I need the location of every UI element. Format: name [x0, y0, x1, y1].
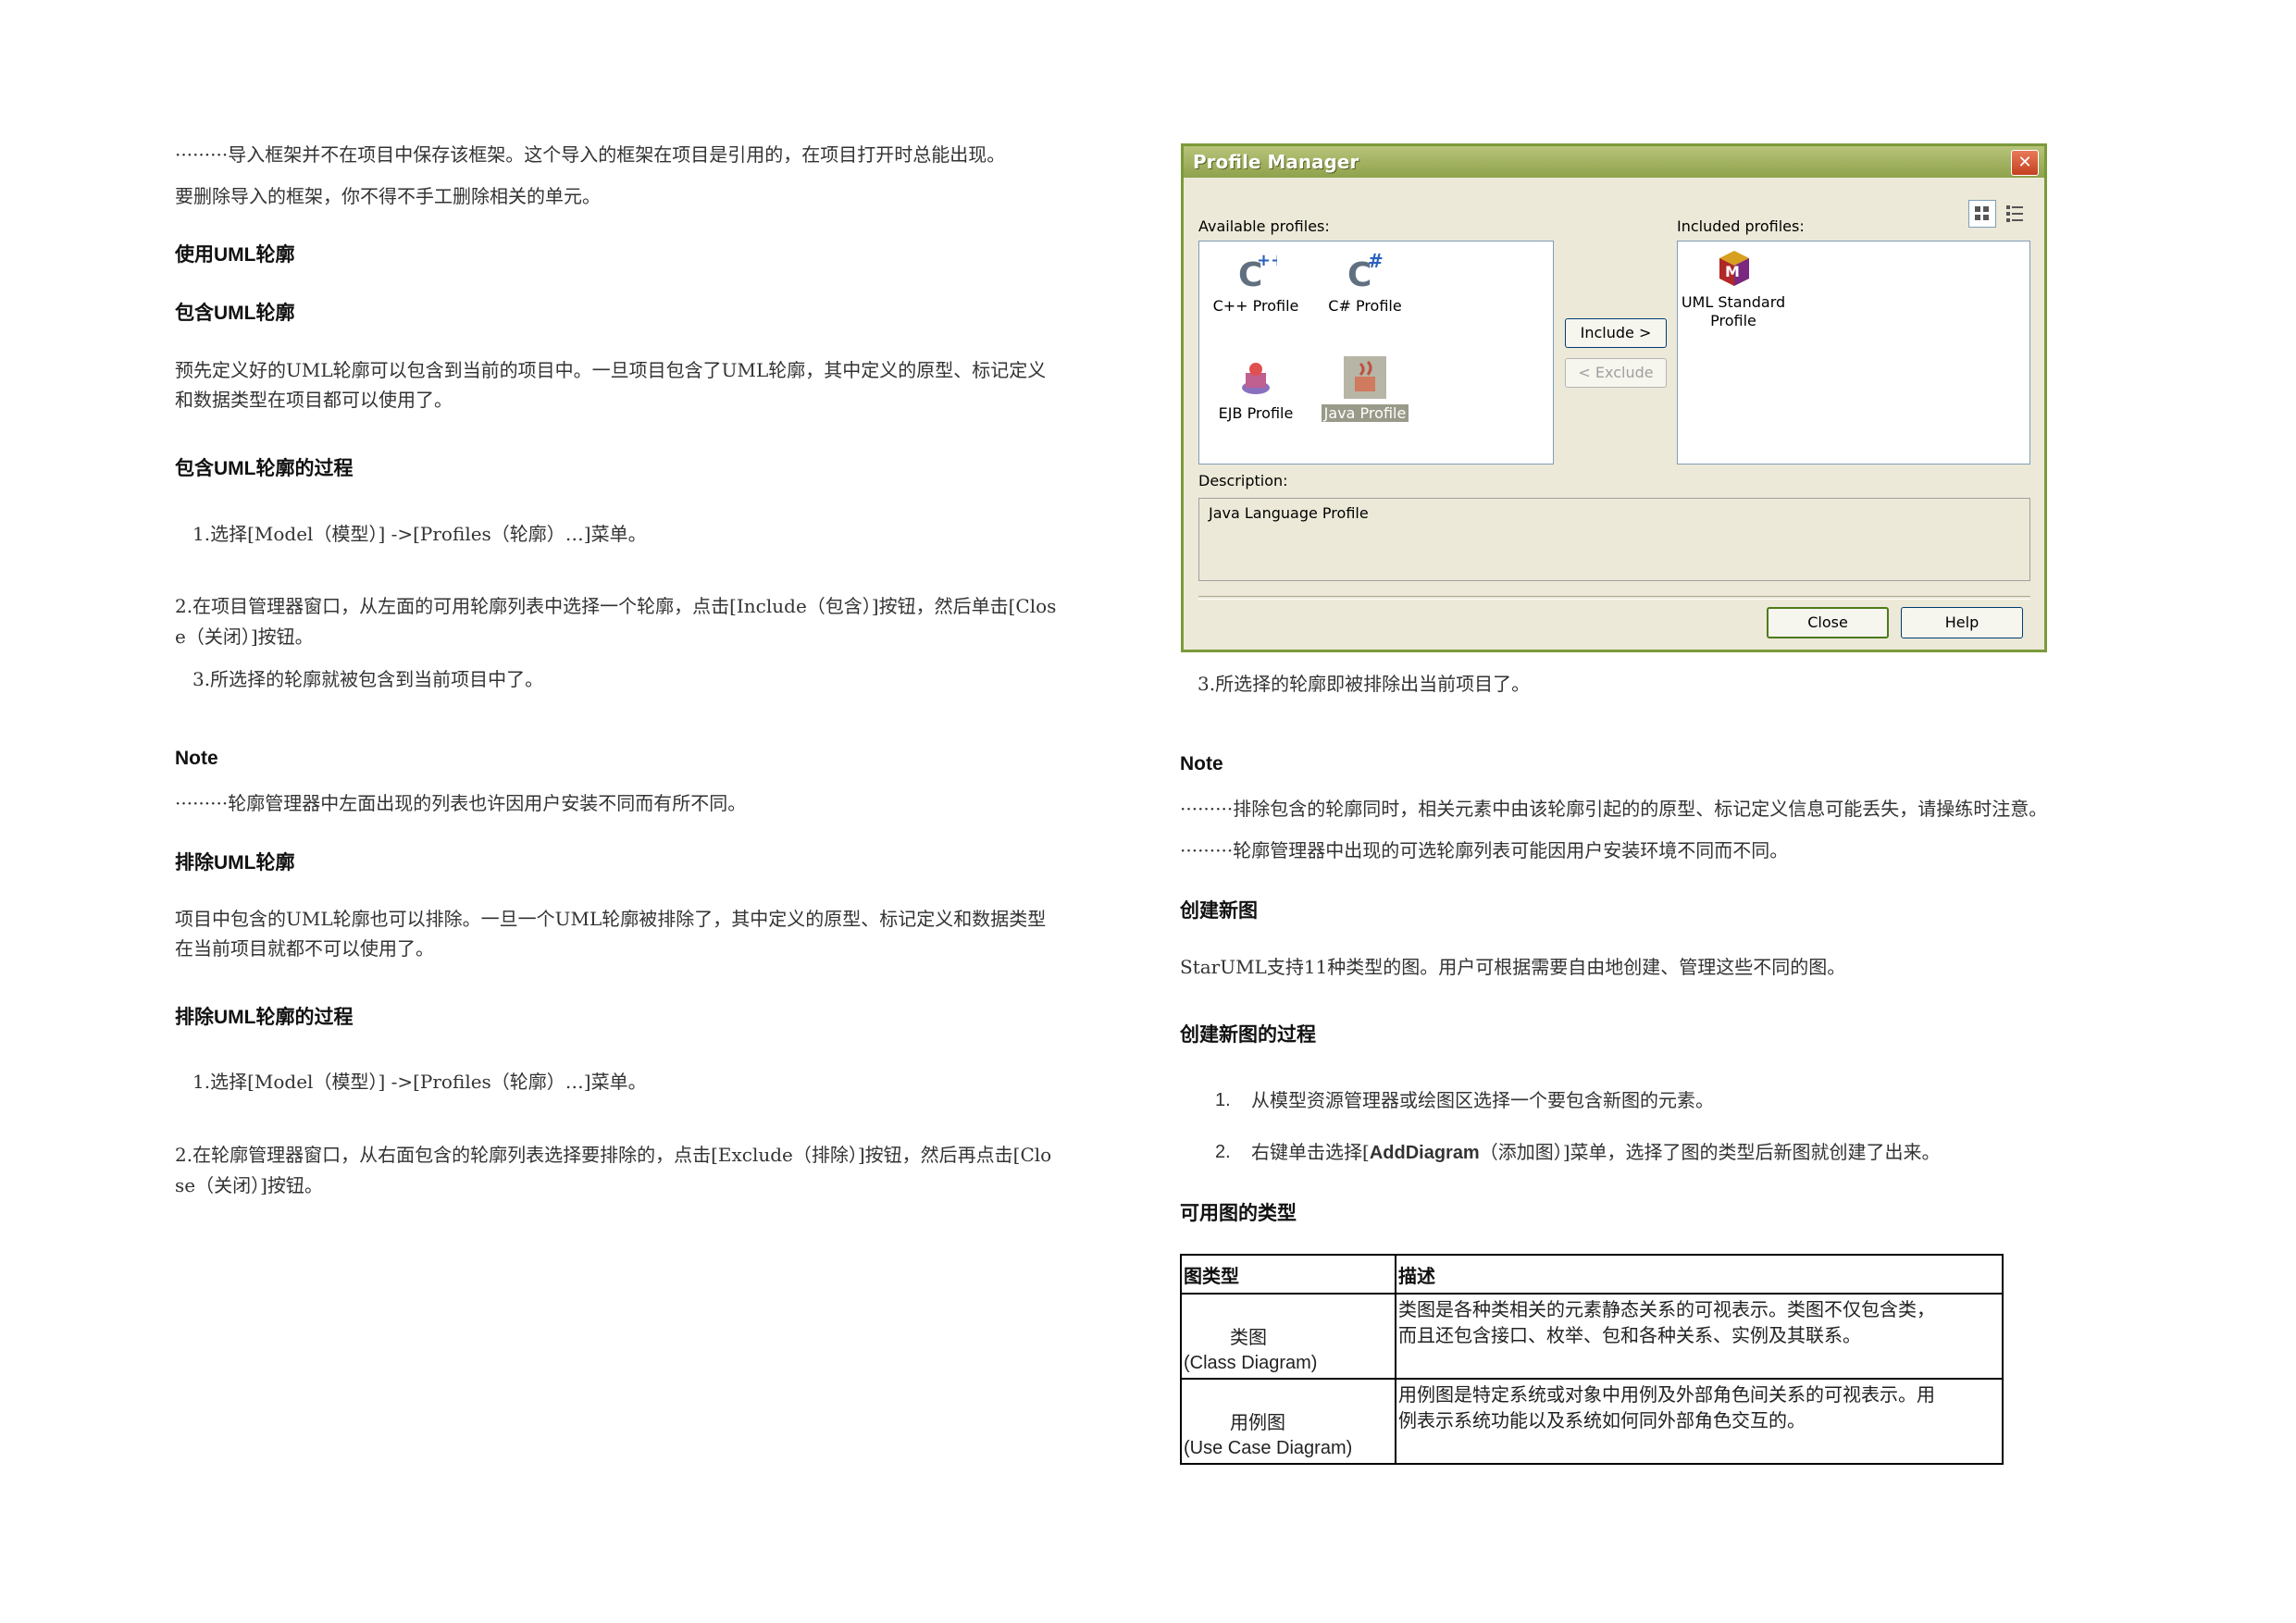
available-profiles-label: Available profiles: [1198, 217, 1330, 235]
include-paragraph-line-1: 预先定义好的UML轮廓可以包含到当前的项目中。一旦项目包含了UML轮廓，其中定义… [175, 359, 1047, 381]
large-icons-view-button[interactable] [1968, 200, 1996, 228]
create-diagram-paragraph: StarUML支持11种类型的图。用户可根据需要自由地创建、管理这些不同的图。 [1180, 956, 1846, 978]
note-label-left: Note [175, 748, 218, 769]
intro-text-1: ·········导入框架并不在项目中保存该框架。这个导入的框架在项目是引用的，… [175, 143, 1006, 166]
diagram-name-en: (Use Case Diagram) [1184, 1438, 1353, 1458]
table-cell-description: 类图是各种类相关的元素静态关系的可视表示。类图不仅包含类， 而且还包含接口、枚举… [1395, 1293, 2004, 1380]
table-header-type: 图类型 [1180, 1254, 1396, 1295]
include-step-3: 3.所选择的轮廓就被包含到当前项目中了。 [192, 668, 544, 690]
dialog-title: Profile Manager [1184, 146, 2044, 178]
available-profile-csharp[interactable]: C # C# Profile [1314, 249, 1416, 316]
cpp-profile-icon: C++ [1235, 249, 1285, 294]
heading-use-uml-profile: 使用UML轮廓 [175, 244, 295, 266]
heading-diagram-types: 可用图的类型 [1180, 1203, 1297, 1224]
svg-text:++: ++ [1257, 251, 1277, 270]
java-profile-icon [1344, 356, 1386, 399]
table-cell-description: 用例图是特定系统或对象中用例及外部角色间关系的可视表示。用 例表示系统功能以及系… [1395, 1378, 2004, 1465]
close-icon[interactable]: ✕ [2011, 150, 2039, 176]
diagram-name-en: (Class Diagram) [1184, 1353, 1318, 1373]
create-step-2: 右键单击选择[AddDiagram（添加图）]菜单，选择了图的类型后新图就创建了… [1251, 1137, 1941, 1168]
intro-text-2: 要删除导入的框架，你不得不手工删除相关的单元。 [175, 185, 601, 207]
available-profile-ejb[interactable]: EJB Profile [1205, 356, 1307, 423]
csharp-profile-icon: C # [1344, 249, 1386, 294]
table-header-description: 描述 [1395, 1254, 2004, 1295]
heading-exclude-procedure: 排除UML轮廓的过程 [175, 1007, 354, 1028]
exclude-step-2-line-2: se（关闭）]按钮。 [175, 1174, 323, 1196]
exclude-button[interactable]: < Exclude [1565, 358, 1667, 388]
create-step-1: 从模型资源管理器或绘图区选择一个要包含新图的元素。 [1251, 1089, 1714, 1111]
list-view-button[interactable] [2002, 200, 2029, 228]
profile-label: C# Profile [1328, 297, 1402, 315]
description-line-2: 例表示系统功能以及系统如何同外部角色交互的。 [1398, 1409, 1806, 1431]
exclude-step-3: 3.所选择的轮廓即被排除出当前项目了。 [1198, 673, 1531, 695]
create-step-2-number: 2. [1215, 1142, 1231, 1162]
table-cell-type: 类图 (Class Diagram) [1180, 1293, 1396, 1380]
uml-standard-profile-icon: M [1712, 245, 1755, 288]
include-step-2-line-1: 2.在项目管理器窗口，从左面的可用轮廓列表中选择一个轮廓，点击[Include（… [175, 595, 1057, 617]
ejb-profile-icon [1235, 356, 1277, 399]
profile-label-line-1: UML Standard [1681, 293, 1786, 311]
create-step-2-part-c: （添加图）]菜单，选择了图的类型后新图就创建了出来。 [1479, 1141, 1941, 1163]
diagram-name-cn: 类图 [1230, 1326, 1267, 1348]
note-text-left: ·········轮廓管理器中左面出现的列表也许因用户安装不同而有所不同。 [175, 792, 747, 814]
create-step-2-part-a: 右键单击选择[ [1251, 1141, 1370, 1163]
create-step-1-number: 1. [1215, 1090, 1231, 1110]
available-profile-java[interactable]: Java Profile [1314, 356, 1416, 423]
included-profiles-list[interactable]: M UML Standard Profile [1677, 241, 2030, 465]
available-profiles-list[interactable]: C++ C++ Profile C# C# Profile EJB Profil… [1198, 241, 1554, 465]
profile-label-selected: Java Profile [1321, 404, 1409, 422]
description-label: Description: [1198, 472, 1288, 489]
description-line-2: 而且还包含接口、枚举、包和各种关系、实例及其联系。 [1398, 1324, 1861, 1346]
include-step-1: 1.选择[Model（模型）] ->[Profiles（轮廓）…]菜单。 [192, 523, 647, 545]
table-header-row: 图类型 描述 [1180, 1254, 2004, 1295]
heading-include-uml-profile: 包含UML轮廓 [175, 303, 295, 324]
exclude-paragraph-line-2: 在当前项目就都不可以使用了。 [175, 937, 434, 960]
add-diagram-menu-name: AddDiagram [1369, 1143, 1480, 1163]
exclude-paragraph-line-1: 项目中包含的UML轮廓也可以排除。一旦一个UML轮廓被排除了，其中定义的原型、标… [175, 908, 1047, 930]
included-profiles-label: Included profiles: [1677, 217, 1805, 235]
note-text-right-2: ·········轮廓管理器中出现的可选轮廓列表可能因用户安装环境不同而不同。 [1180, 839, 1789, 861]
description-line-1: 类图是各种类相关的元素静态关系的可视表示。类图不仅包含类， [1398, 1298, 1935, 1320]
description-line-1: 用例图是特定系统或对象中用例及外部角色间关系的可视表示。用 [1398, 1383, 1935, 1406]
heading-include-procedure: 包含UML轮廓的过程 [175, 458, 354, 479]
dialog-divider [1198, 596, 2030, 600]
description-text: Java Language Profile [1209, 504, 1369, 522]
profile-label: EJB Profile [1218, 404, 1294, 422]
description-box: Java Language Profile [1198, 498, 2030, 581]
svg-text:#: # [1368, 250, 1384, 272]
heading-create-procedure: 创建新图的过程 [1180, 1024, 1316, 1046]
table-cell-type: 用例图 (Use Case Diagram) [1180, 1378, 1396, 1465]
large-icons-icon [1975, 206, 1989, 220]
profile-label-line-2: Profile [1710, 312, 1756, 329]
include-step-2-line-2: e（关闭）]按钮。 [175, 626, 314, 648]
diagram-types-table: 图类型 描述 类图 (Class Diagram) 类图是各种类相关的元素静态关… [1180, 1254, 2004, 1465]
heading-create-diagram: 创建新图 [1180, 900, 1258, 922]
available-profile-cpp[interactable]: C++ C++ Profile [1205, 249, 1307, 316]
close-button[interactable]: Close [1767, 607, 1889, 638]
svg-text:M: M [1725, 263, 1740, 280]
included-profile-uml-standard[interactable]: M UML Standard Profile [1678, 245, 1789, 330]
heading-exclude-uml-profile: 排除UML轮廓 [175, 852, 295, 873]
diagram-name-cn: 用例图 [1230, 1411, 1285, 1433]
exclude-step-2-line-1: 2.在轮廓管理器窗口，从右面包含的轮廓列表选择要排除的，点击[Exclude（排… [175, 1144, 1052, 1166]
table-row: 类图 (Class Diagram) 类图是各种类相关的元素静态关系的可视表示。… [1180, 1293, 2004, 1380]
include-paragraph-line-2: 和数据类型在项目都可以使用了。 [175, 389, 453, 411]
help-button[interactable]: Help [1901, 607, 2023, 638]
exclude-step-1: 1.选择[Model（模型）] ->[Profiles（轮廓）…]菜单。 [192, 1071, 647, 1093]
profile-label: C++ Profile [1212, 297, 1299, 315]
note-text-right-1: ·········排除包含的轮廓同时，相关元素中由该轮廓引起的的原型、标记定义信… [1180, 798, 2048, 820]
list-view-icon [2006, 205, 2023, 222]
include-button[interactable]: Include > [1565, 318, 1667, 348]
note-label-right: Note [1180, 753, 1223, 774]
table-row: 用例图 (Use Case Diagram) 用例图是特定系统或对象中用例及外部… [1180, 1378, 2004, 1465]
profile-manager-dialog: Profile Manager ✕ Available profiles: In… [1181, 143, 2047, 652]
